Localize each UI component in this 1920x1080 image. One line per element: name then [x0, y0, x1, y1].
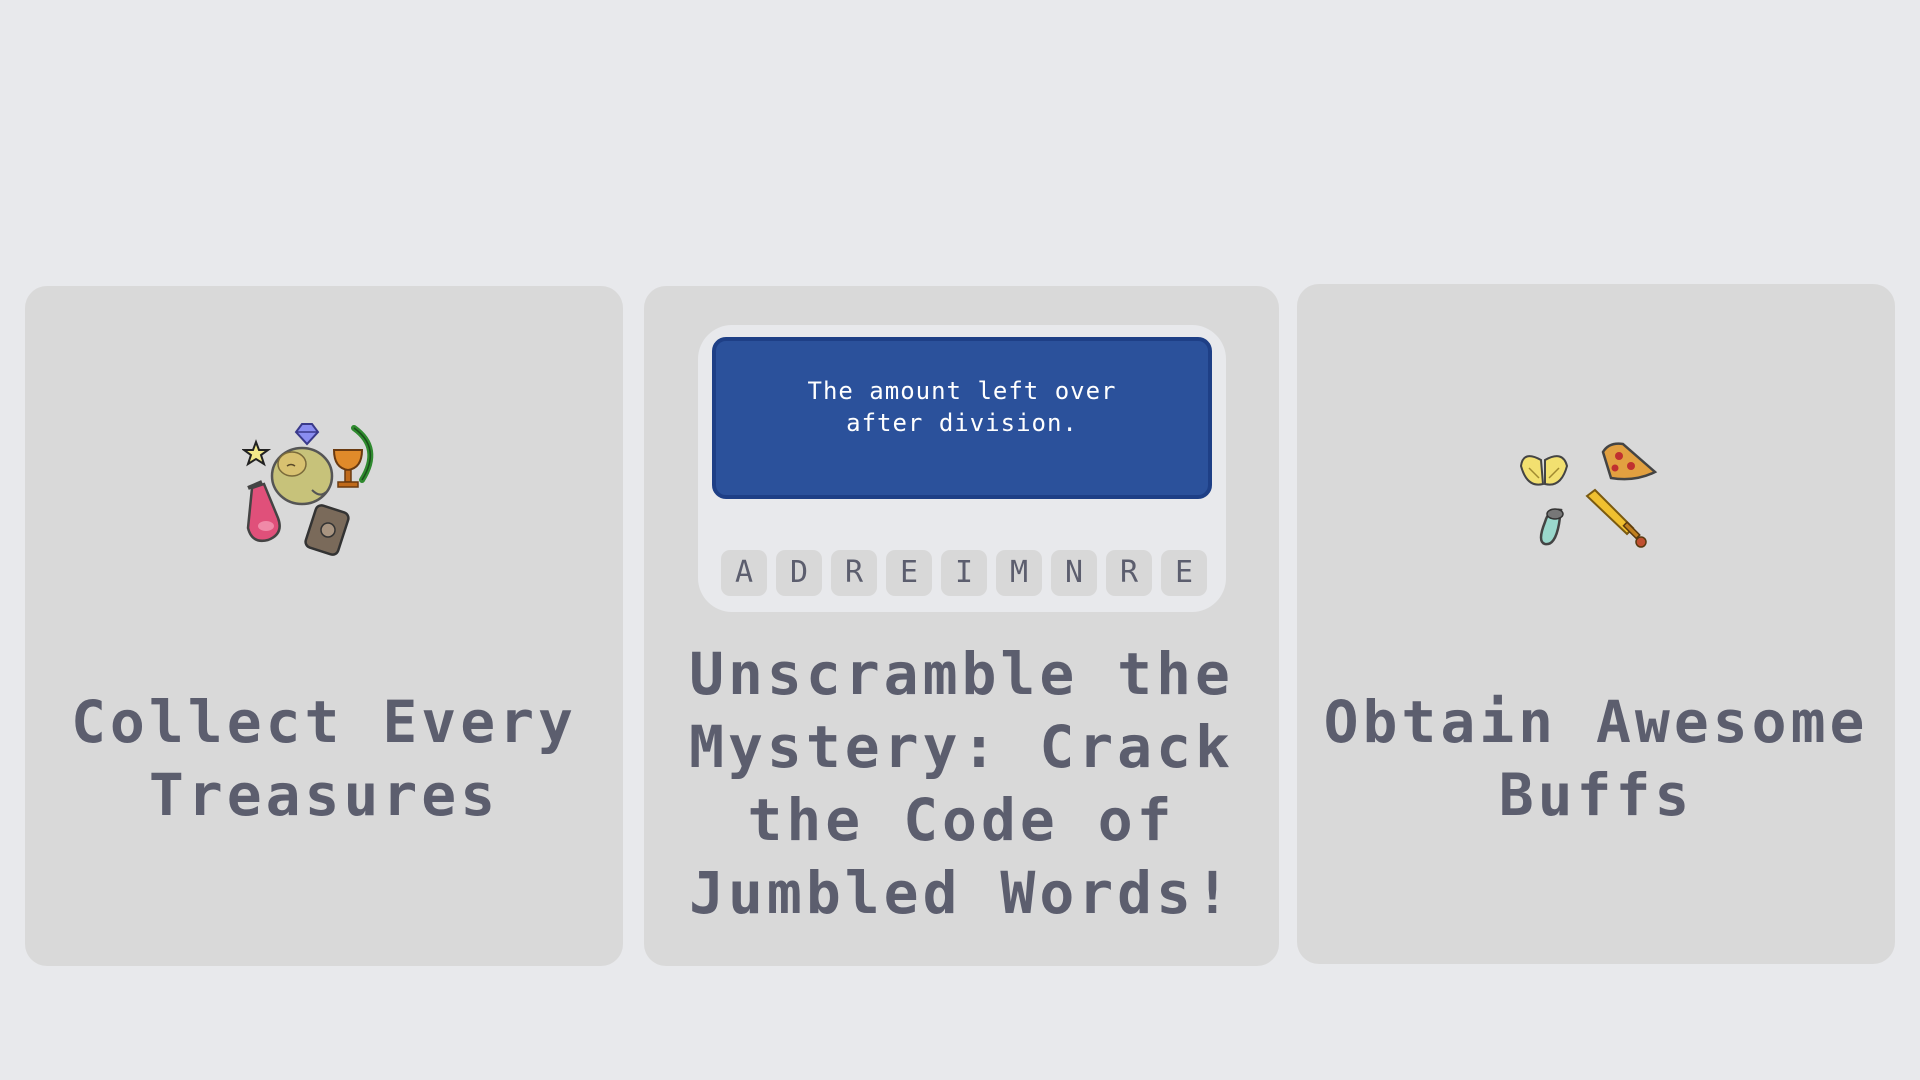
letter-tile[interactable]: I — [941, 550, 987, 596]
mystery-creature-icon — [270, 446, 334, 506]
pizza-slice-icon — [1601, 442, 1658, 481]
clue-box: The amount left over after division. — [712, 337, 1212, 499]
card-title: Collect Every Treasures — [71, 688, 577, 829]
feature-cards: Collect Every Treasures The amount left … — [0, 0, 1920, 1080]
card-obtain-buffs: Obtain Awesome Buffs — [1297, 284, 1895, 964]
card-title: Unscramble the Mystery: Crack the Code o… — [689, 640, 1234, 927]
golden-sword-icon — [1585, 488, 1647, 548]
angel-wings-icon — [1519, 455, 1569, 486]
buffs-collection-art — [1519, 442, 1658, 548]
letter-tile[interactable]: R — [831, 550, 877, 596]
card-unscramble: The amount left over after division. A D… — [644, 286, 1279, 966]
chalice-icon — [332, 449, 364, 488]
potion-icon — [246, 480, 281, 542]
word-puzzle-widget: The amount left over after division. A D… — [698, 325, 1226, 612]
card-collect-treasures: Collect Every Treasures — [25, 286, 623, 966]
letter-tiles: A D R E I M N R E — [721, 550, 1207, 596]
card-title: Obtain Awesome Buffs — [1323, 688, 1869, 829]
gem-icon — [294, 423, 320, 446]
salt-shaker-icon — [1539, 508, 1564, 546]
letter-tile[interactable]: R — [1106, 550, 1152, 596]
letter-tile[interactable]: M — [996, 550, 1042, 596]
star-icon — [242, 439, 272, 467]
letter-tile[interactable]: E — [1161, 550, 1207, 596]
letter-tile[interactable]: E — [886, 550, 932, 596]
letter-tile[interactable]: D — [776, 550, 822, 596]
letter-tile[interactable]: N — [1051, 550, 1097, 596]
treasure-collection-art — [242, 423, 374, 556]
spellbook-icon — [304, 504, 350, 556]
letter-tile[interactable]: A — [721, 550, 767, 596]
